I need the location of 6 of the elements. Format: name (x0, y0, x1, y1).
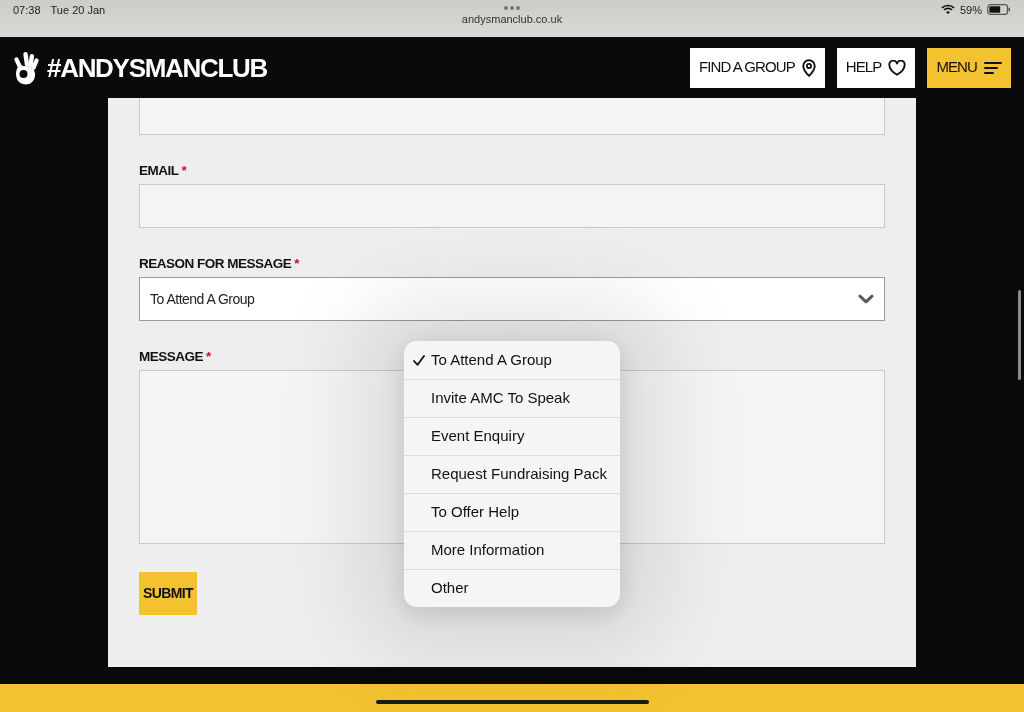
battery-percent: 59% (959, 4, 982, 17)
field-label: EMAIL * (139, 162, 187, 180)
field-label: REASON FOR MESSAGE * (139, 255, 300, 273)
status-time: 07:38 (13, 4, 41, 17)
status-date: Tue 20 Jan (50, 4, 106, 17)
field-label: MESSAGE * (139, 348, 211, 366)
